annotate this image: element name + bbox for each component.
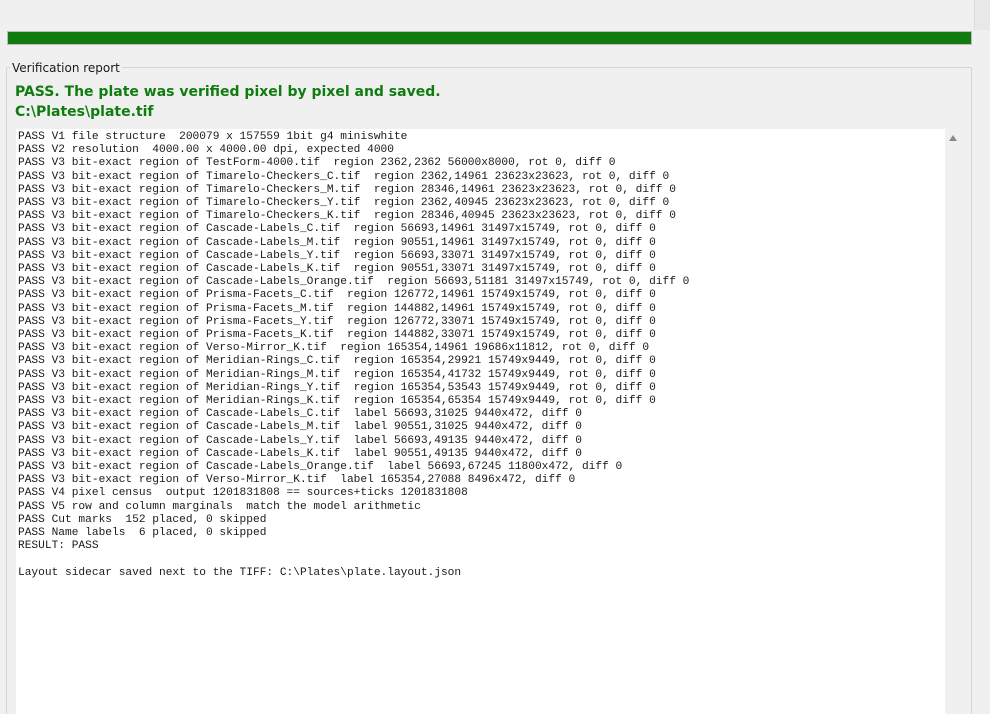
progress-bar (7, 31, 972, 45)
status-message: PASS. The plate was verified pixel by pi… (15, 84, 441, 100)
top-area (0, 0, 990, 30)
outer-scrollbar[interactable] (974, 0, 990, 30)
report-text[interactable]: PASS V1 file structure 200079 x 157559 1… (16, 129, 945, 580)
output-path: C:\Plates\plate.tif (15, 104, 154, 120)
progress-fill (8, 32, 971, 44)
report-textbox[interactable]: PASS V1 file structure 200079 x 157559 1… (16, 129, 945, 714)
report-scrollbar[interactable] (945, 129, 962, 714)
group-title: Verification report (10, 60, 122, 76)
verification-window: Verification report PASS. The plate was … (0, 0, 990, 714)
scroll-up-arrow-icon[interactable] (949, 135, 957, 141)
